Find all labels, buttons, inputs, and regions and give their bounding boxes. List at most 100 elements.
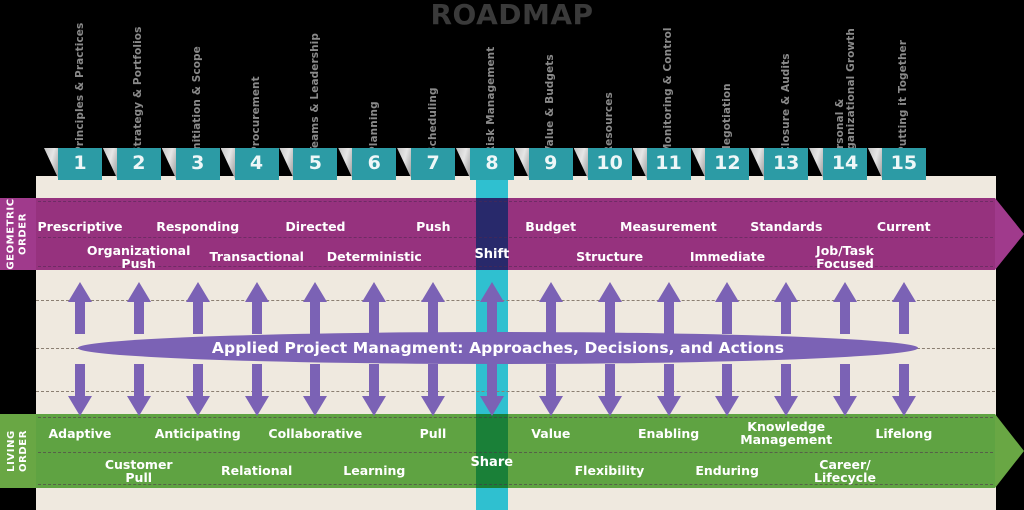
column-label-6: Planning xyxy=(367,101,380,154)
living-top-cell-6: Enabling xyxy=(638,426,700,441)
column-tab-2[interactable]: 2 xyxy=(116,148,161,180)
living-top-cell-4: Pull xyxy=(419,426,447,441)
geometric-top-cell-2: Responding xyxy=(156,219,240,234)
living-bottom-cell-3: Learning xyxy=(343,463,406,478)
arrow-down-col-8 xyxy=(479,364,504,416)
column-tab-15[interactable]: 15 xyxy=(881,148,926,180)
geometric-bottom-cell-5: Immediate xyxy=(689,249,766,264)
arrow-up-col-10 xyxy=(597,282,622,334)
living-order-side-label: LIVING ORDER xyxy=(0,414,36,488)
geometric-top-cell-3: Directed xyxy=(285,219,346,234)
column-label-13: Closure & Audits xyxy=(779,53,792,154)
geometric-bottom-cell-2: Transactional xyxy=(209,249,304,264)
arrow-up-col-1 xyxy=(68,282,92,334)
arrow-up-col-12 xyxy=(715,282,740,334)
roadmap-diagram: ROADMAP Principles & Practices Strategy &… xyxy=(0,0,1024,510)
column-label-2: Strategy & Portfolios xyxy=(132,26,145,154)
living-band-dash-top xyxy=(38,417,993,418)
column-label-5: Teams & Leadership xyxy=(308,33,321,154)
geometric-top-cell-5: Budget xyxy=(525,219,577,234)
geometric-order-arrow-head xyxy=(995,198,1024,270)
geometric-bottom-cell-3: Deterministic xyxy=(326,249,422,264)
living-bottom-cell-4: Flexibility xyxy=(574,463,645,478)
column-label-1: Principles & Practices xyxy=(73,22,86,154)
arrow-up-col-11 xyxy=(656,282,681,334)
living-top-cell-1: Adaptive xyxy=(48,426,112,441)
geometric-band-dash-mid xyxy=(38,237,993,238)
column-tab-3[interactable]: 3 xyxy=(175,148,220,180)
column-label-8: Risk Management xyxy=(485,46,498,154)
column-tab-1[interactable]: 1 xyxy=(58,148,102,180)
page-title: ROADMAP xyxy=(430,0,594,31)
living-order-pivot-cell xyxy=(475,414,508,488)
living-bottom-cell-6: Career/Lifecycle xyxy=(814,457,876,485)
geometric-top-cell-1: Prescriptive xyxy=(37,219,123,234)
arrow-up-col-6 xyxy=(362,282,387,334)
arrow-up-col-13 xyxy=(774,282,799,334)
central-ellipse-label: Applied Project Managment: Approaches, D… xyxy=(211,339,785,357)
geometric-bottom-cell-1: Organizational Push xyxy=(86,243,191,271)
geometric-top-cell-8: Current xyxy=(876,219,931,234)
arrow-up-col-3 xyxy=(185,282,210,334)
arrow-down-col-2 xyxy=(126,364,151,416)
geometric-order-side-label: GEOMETRIC ORDER xyxy=(0,198,36,270)
arrow-down-col-3 xyxy=(185,364,210,416)
column-tab-10[interactable]: 10 xyxy=(587,148,632,180)
arrow-down-col-1 xyxy=(68,364,92,416)
column-label-12: Negotiation xyxy=(720,83,733,154)
arrow-down-col-11 xyxy=(656,364,681,416)
arrow-down-col-6 xyxy=(362,364,387,416)
column-label-9: Value & Budgets xyxy=(544,54,557,154)
column-label-3: Initiation & Scope xyxy=(191,46,204,154)
arrow-down-col-14 xyxy=(833,364,858,416)
arrow-up-col-4 xyxy=(244,282,269,334)
column-label-7: Scheduling xyxy=(426,87,439,154)
geometric-top-cell-4: Push xyxy=(416,219,451,234)
geometric-band-dash-top xyxy=(38,201,993,202)
column-label-15: Putting it Together xyxy=(897,39,910,154)
arrow-up-col-7 xyxy=(421,282,446,334)
geometric-top-cell-7: Standards xyxy=(750,219,823,234)
arrow-down-col-5 xyxy=(303,364,328,416)
arrow-up-col-14 xyxy=(833,282,858,334)
column-tab-8[interactable]: 8 xyxy=(469,148,514,180)
arrow-up-col-15 xyxy=(891,282,916,334)
living-top-cell-8: Lifelong xyxy=(875,426,933,441)
geometric-bottom-cell-6: Job/Task Focused xyxy=(816,243,874,271)
arrow-up-col-9 xyxy=(538,282,563,334)
geometric-top-cell-6: Measurement xyxy=(620,219,717,234)
arrow-up-col-5 xyxy=(303,282,328,334)
column-label-4: Procurement xyxy=(250,76,263,154)
living-bottom-cell-5: Enduring xyxy=(695,463,759,478)
column-tab-12[interactable]: 12 xyxy=(705,148,750,180)
arrow-up-col-8 xyxy=(479,282,504,334)
living-order-arrow-head xyxy=(995,414,1024,488)
column-tab-5[interactable]: 5 xyxy=(293,148,338,180)
living-bottom-cell-1: Customer Pull xyxy=(104,457,173,485)
arrow-down-col-7 xyxy=(421,364,446,416)
living-top-cell-5: Value xyxy=(531,426,571,441)
living-top-cell-2: Anticipating xyxy=(154,426,241,441)
arrow-down-col-4 xyxy=(244,364,269,416)
arrow-down-col-12 xyxy=(715,364,740,416)
arrow-down-col-10 xyxy=(597,364,622,416)
living-band-dash-mid xyxy=(38,452,993,453)
living-pivot-label: Share xyxy=(470,455,514,470)
column-tab-6[interactable]: 6 xyxy=(352,148,397,180)
living-top-cell-7: Knowledge Management xyxy=(740,419,833,447)
column-tab-4[interactable]: 4 xyxy=(234,148,279,180)
living-top-cell-3: Collaborative xyxy=(268,426,363,441)
geometric-bottom-cell-4: Structure xyxy=(576,249,644,264)
arrow-down-col-9 xyxy=(538,364,563,416)
column-label-14: Personal & Organizational Growth xyxy=(834,28,857,164)
arrow-up-col-2 xyxy=(126,282,151,334)
column-tab-13[interactable]: 13 xyxy=(764,148,809,180)
column-tab-14[interactable]: 14 xyxy=(823,148,868,180)
column-label-10: Resources xyxy=(603,92,616,154)
geometric-pivot-label: Shift xyxy=(474,247,510,262)
column-label-11: Monitoring & Control xyxy=(662,27,674,154)
column-tab-11[interactable]: 11 xyxy=(646,148,691,180)
column-tab-9[interactable]: 9 xyxy=(528,148,573,180)
column-tab-7[interactable]: 7 xyxy=(411,148,456,180)
living-bottom-cell-2: Relational xyxy=(221,463,293,478)
